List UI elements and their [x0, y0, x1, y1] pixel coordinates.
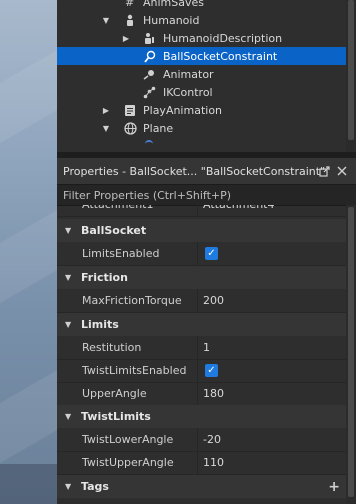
explorer-item-humanoiddescription[interactable]: ▶ HumanoidDescription: [57, 29, 346, 47]
explorer-item-ikcontrol[interactable]: IKControl: [57, 83, 346, 101]
category-label: Tags: [81, 480, 109, 493]
property-name: UpperAngle: [82, 382, 198, 405]
chevron-down-icon[interactable]: ▼: [65, 320, 71, 329]
explorer-scrollbar[interactable]: [346, 0, 356, 152]
explorer-panel: # AnimSaves ▼ Humanoid ▶ HumanoidDescrip…: [57, 0, 356, 152]
chevron-down-icon[interactable]: ▼: [65, 273, 71, 282]
property-row-twistlowerangle[interactable]: TwistLowerAngle -20: [57, 428, 346, 452]
category-ballsocket[interactable]: ▼ BallSocket: [57, 219, 346, 242]
properties-title: Properties - BallSocket... "BallSocketCo…: [63, 164, 326, 178]
explorer-item-label: BallSocketConstraint: [163, 49, 278, 63]
properties-scrollbar[interactable]: [346, 205, 356, 504]
svg-text:#: #: [125, 0, 134, 8]
limits-enabled-checkbox[interactable]: ✓: [205, 247, 218, 260]
property-name: TwistLimitsEnabled: [82, 359, 198, 382]
property-value[interactable]: 200: [203, 289, 224, 312]
chevron-down-icon[interactable]: ▼: [65, 226, 71, 235]
explorer-item-humanoid[interactable]: ▼ Humanoid: [57, 11, 346, 29]
category-limits[interactable]: ▼ Limits: [57, 313, 346, 336]
explorer-item-label: Animator: [163, 67, 214, 81]
explorer-item-label: HumanoidDescription: [163, 31, 283, 45]
category-friction[interactable]: ▼ Friction: [57, 266, 346, 289]
category-label: TwistLimits: [81, 410, 151, 423]
property-name: MaxFrictionTorque: [82, 289, 198, 312]
category-label: Friction: [81, 271, 128, 284]
property-name: Attachment1: [82, 205, 198, 216]
category-label: Limits: [81, 318, 119, 331]
property-row-twistlimitsenabled[interactable]: TwistLimitsEnabled ✓: [57, 359, 346, 383]
property-row-attachment1[interactable]: Attachment1 Attachment4: [57, 205, 346, 217]
explorer-item-animator[interactable]: Animator: [57, 65, 346, 83]
partial-child-icon: [145, 140, 153, 148]
property-value[interactable]: 110: [203, 451, 224, 474]
property-row-partial: [57, 498, 346, 504]
humanoid-icon: [123, 13, 137, 27]
chevron-right-icon[interactable]: ▶: [101, 106, 111, 115]
script-icon: #: [123, 0, 137, 9]
3d-viewport[interactable]: [0, 0, 57, 504]
property-name: TwistLowerAngle: [82, 428, 198, 451]
category-twistlimits[interactable]: ▼ TwistLimits: [57, 405, 346, 428]
chevron-down-icon[interactable]: ▼: [65, 412, 71, 421]
property-row-maxfrictiontorque[interactable]: MaxFrictionTorque 200: [57, 289, 346, 313]
explorer-item-animsaves[interactable]: # AnimSaves: [57, 0, 346, 11]
property-row-upperangle[interactable]: UpperAngle 180: [57, 382, 346, 406]
chevron-down-icon[interactable]: ▼: [101, 16, 111, 25]
property-name: Restitution: [82, 336, 198, 359]
explorer-item-label: Plane: [143, 121, 174, 135]
close-icon[interactable]: [335, 164, 349, 178]
humanoid-description-icon: [142, 31, 156, 45]
chevron-right-icon[interactable]: ▶: [121, 34, 131, 43]
property-value[interactable]: 1: [203, 336, 210, 359]
property-name: LimitsEnabled: [82, 242, 198, 265]
properties-panel: Properties - BallSocket... "BallSocketCo…: [57, 158, 356, 504]
undock-icon[interactable]: [317, 164, 331, 178]
properties-title-bar: Properties - BallSocket... "BallSocketCo…: [57, 158, 356, 184]
explorer-item-label: IKControl: [163, 85, 213, 99]
explorer-item-label: Humanoid: [143, 13, 200, 27]
property-row-restitution[interactable]: Restitution 1: [57, 336, 346, 360]
script-icon: [123, 103, 137, 117]
property-value[interactable]: 180: [203, 382, 224, 405]
explorer-item-label: PlayAnimation: [143, 103, 223, 117]
animator-icon: [142, 67, 156, 81]
globe-icon: [123, 121, 137, 135]
twist-limits-enabled-checkbox[interactable]: ✓: [205, 364, 218, 377]
filter-placeholder: Filter Properties (Ctrl+Shift+P): [63, 188, 232, 202]
explorer-item-label: AnimSaves: [143, 0, 204, 9]
filter-properties-input[interactable]: Filter Properties (Ctrl+Shift+P): [57, 184, 356, 206]
property-row-limitsenabled[interactable]: LimitsEnabled ✓: [57, 242, 346, 266]
ik-control-icon: [142, 85, 156, 99]
property-row-twistupperangle[interactable]: TwistUpperAngle 110: [57, 451, 346, 475]
property-name: TwistUpperAngle: [82, 451, 198, 474]
chevron-down-icon[interactable]: ▼: [101, 124, 111, 133]
explorer-item-ballsocketconstraint[interactable]: BallSocketConstraint: [57, 47, 346, 65]
explorer-item-playanimation[interactable]: ▶ PlayAnimation: [57, 101, 346, 119]
category-label: BallSocket: [81, 224, 147, 237]
category-tags[interactable]: ▼ Tags +: [57, 475, 346, 498]
property-value[interactable]: -20: [203, 428, 221, 451]
explorer-item-plane[interactable]: ▼ Plane: [57, 119, 346, 137]
property-value[interactable]: Attachment4: [203, 205, 274, 216]
add-tag-icon[interactable]: +: [328, 479, 340, 495]
chevron-down-icon[interactable]: ▼: [65, 482, 71, 491]
ballsocket-constraint-icon: [142, 49, 156, 63]
properties-grid: Attachment1 Attachment4 ▼ BallSocket Lim…: [57, 205, 346, 504]
